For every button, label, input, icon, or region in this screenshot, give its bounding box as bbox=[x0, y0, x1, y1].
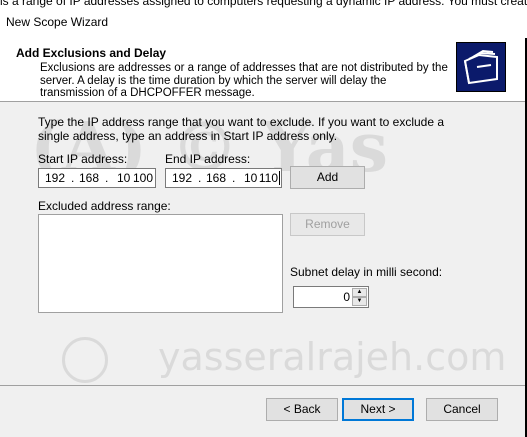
excluded-range-list[interactable] bbox=[38, 214, 283, 313]
end-ip-input[interactable]: 192 . 168 . 10 . 110 bbox=[165, 168, 282, 188]
next-button[interactable]: Next > bbox=[342, 398, 414, 421]
end-ip-octet-1[interactable]: 192 bbox=[172, 169, 192, 187]
footer-divider bbox=[0, 385, 527, 386]
title-bar[interactable]: New Scope Wizard bbox=[0, 8, 527, 38]
end-ip-octet-3[interactable]: 10 bbox=[244, 169, 257, 187]
start-ip-label: Start IP address: bbox=[38, 152, 128, 166]
subnet-delay-value[interactable]: 0 bbox=[343, 290, 350, 304]
excluded-range-label: Excluded address range: bbox=[38, 199, 171, 213]
end-ip-label: End IP address: bbox=[165, 152, 251, 166]
background-window-text: is a range of IP addresses assigned to c… bbox=[0, 0, 527, 8]
page-title: Add Exclusions and Delay bbox=[16, 46, 167, 60]
subnet-delay-label: Subnet delay in milli second: bbox=[290, 265, 443, 279]
cancel-button[interactable]: Cancel bbox=[426, 398, 498, 421]
remove-button[interactable]: Remove bbox=[290, 213, 365, 236]
start-ip-octet-1[interactable]: 192 bbox=[45, 169, 65, 187]
end-ip-octet-2[interactable]: 168 bbox=[206, 169, 226, 187]
spin-up-icon[interactable]: ▲ bbox=[352, 288, 367, 297]
wizard-header: Add Exclusions and Delay Exclusions are … bbox=[0, 38, 527, 102]
text-cursor bbox=[279, 171, 280, 185]
end-ip-octet-4[interactable]: 110 bbox=[258, 169, 278, 187]
start-ip-octet-3[interactable]: 10 bbox=[117, 169, 130, 187]
page-description: Exclusions are addresses or a range of a… bbox=[40, 62, 448, 99]
start-ip-octet-2[interactable]: 168 bbox=[79, 169, 99, 187]
back-button[interactable]: < Back bbox=[266, 398, 338, 421]
start-ip-octet-4[interactable]: 100 bbox=[133, 169, 153, 187]
subnet-delay-stepper[interactable]: 0 ▲ ▼ bbox=[293, 286, 369, 308]
add-button[interactable]: Add bbox=[290, 166, 365, 189]
instructions-text: Type the IP address range that you want … bbox=[38, 115, 445, 143]
start-ip-input[interactable]: 192 . 168 . 10 . 100 bbox=[38, 168, 156, 188]
spin-down-icon[interactable]: ▼ bbox=[352, 297, 367, 306]
window-title: New Scope Wizard bbox=[6, 15, 109, 29]
folder-stack-icon bbox=[456, 42, 506, 92]
